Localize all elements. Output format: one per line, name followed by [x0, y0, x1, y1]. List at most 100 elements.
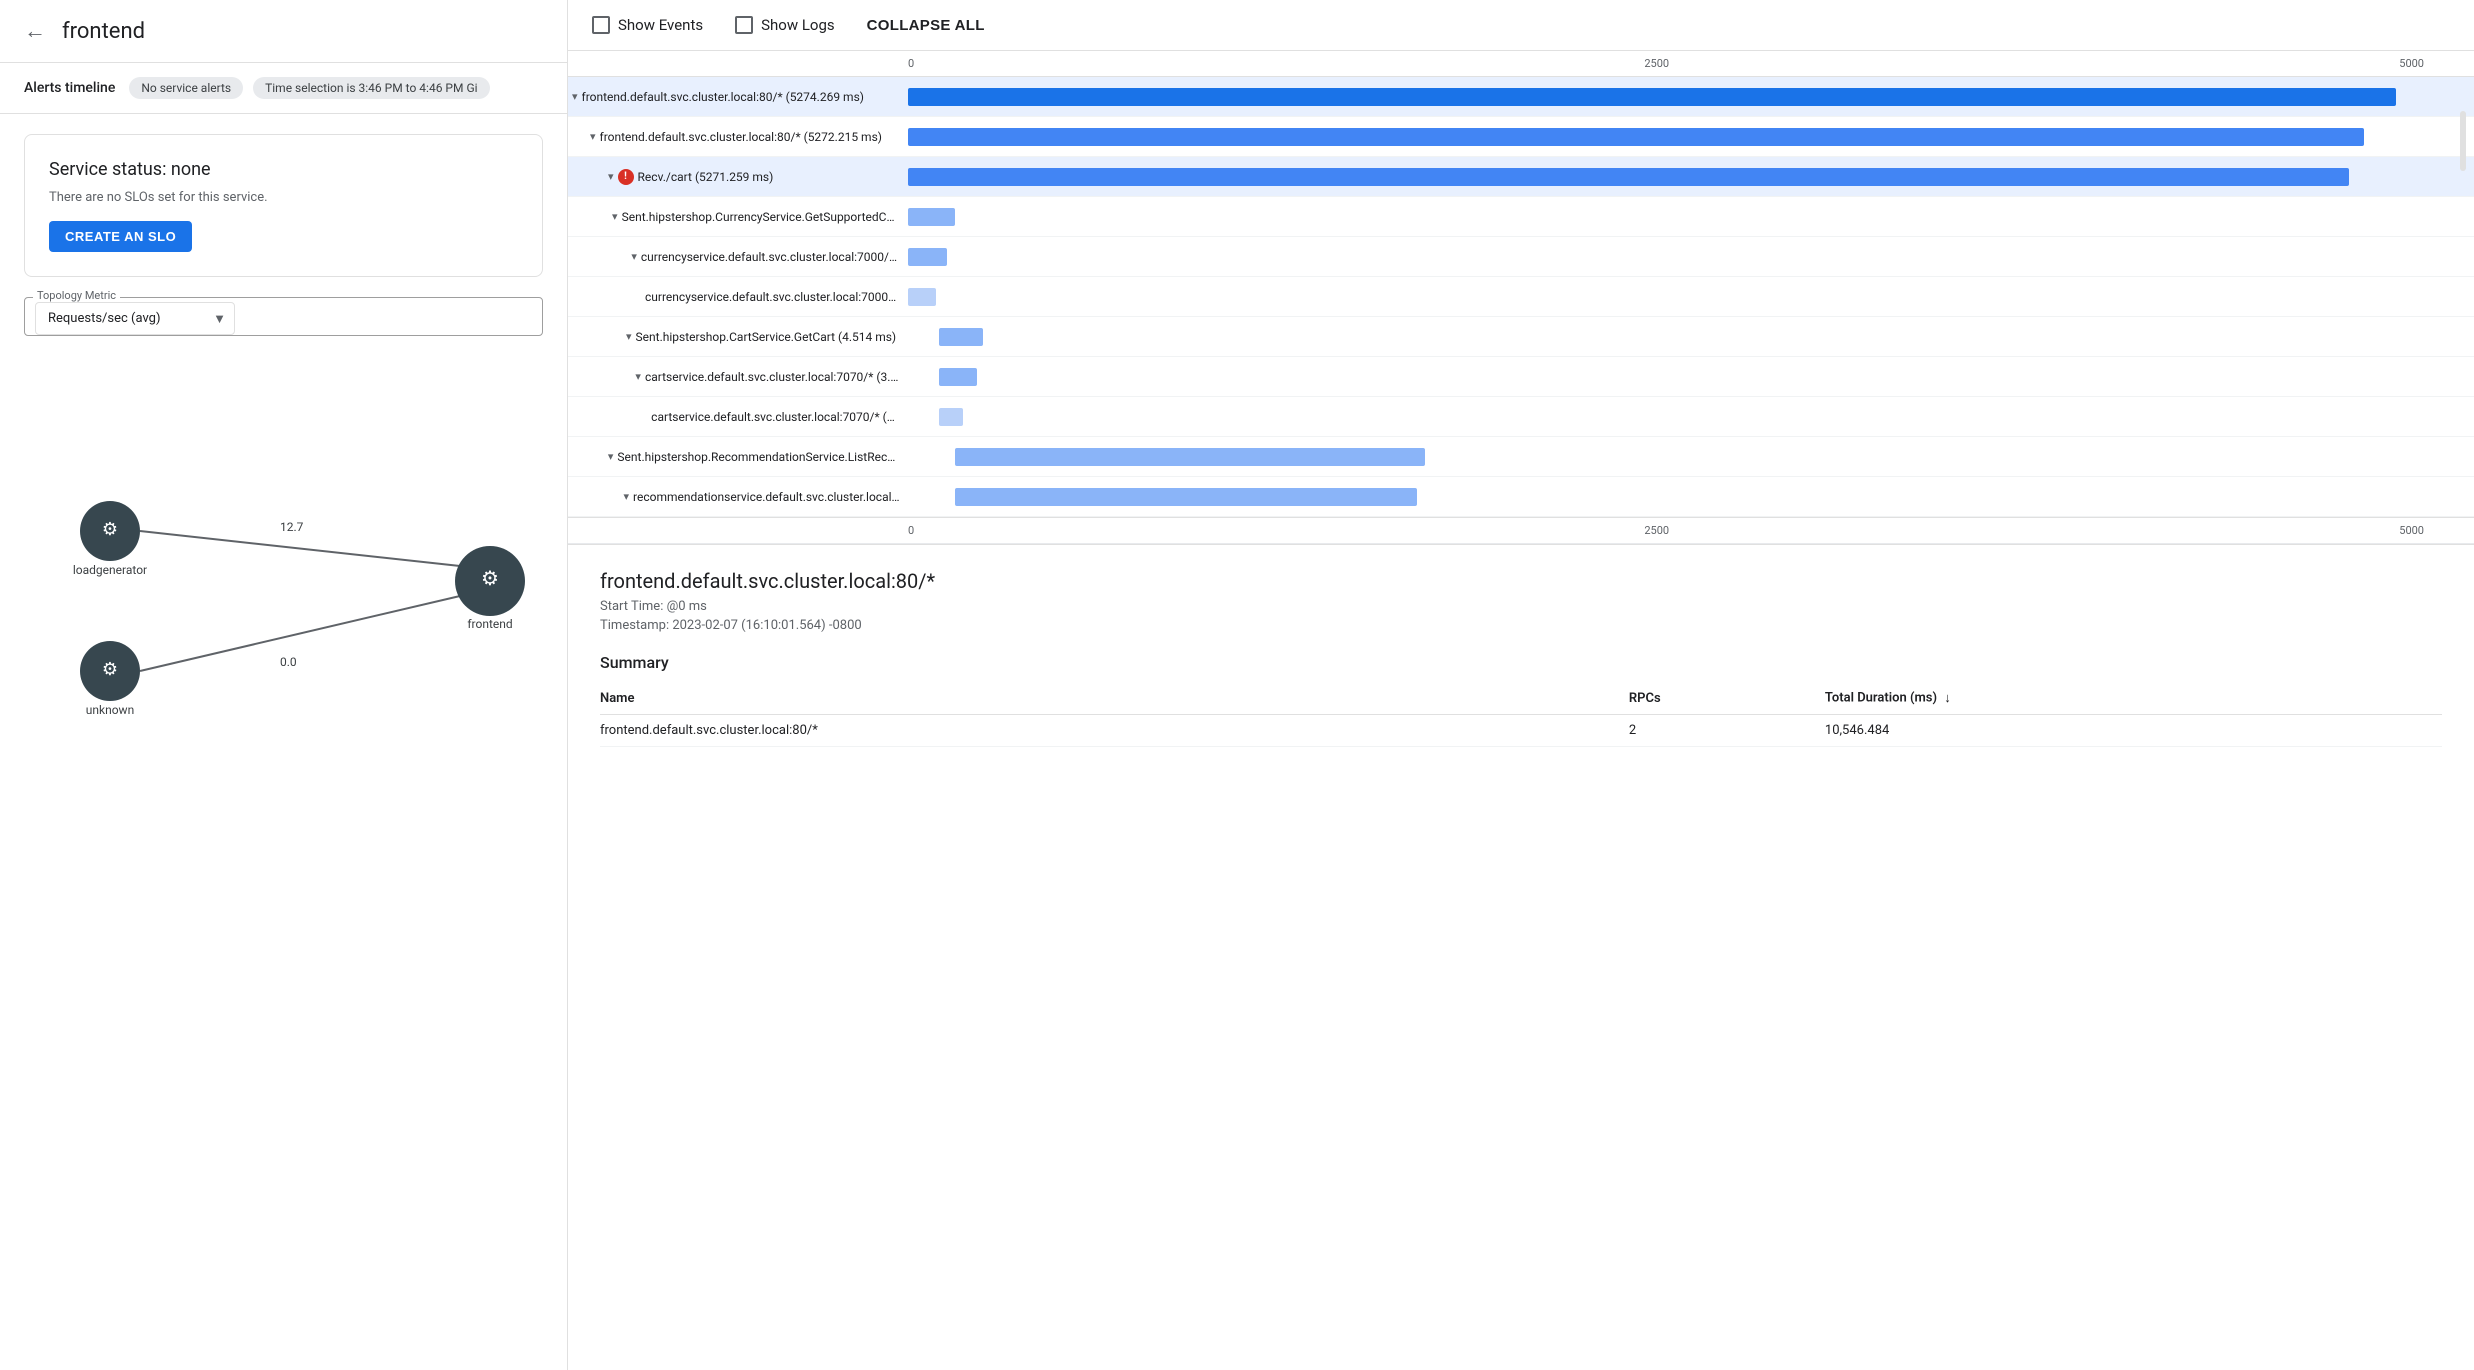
right-panel: Show Events Show Logs COLLAPSE ALL 0 250… [568, 0, 2474, 1370]
summary-section-title: Summary [600, 653, 2442, 672]
chevron-icon[interactable]: ▾ [631, 250, 637, 263]
topology-select-value: Requests/sec (avg) [48, 311, 161, 326]
trace-row-text: Sent.hipstershop.RecommendationService.L… [617, 450, 900, 464]
no-service-alerts-chip: No service alerts [129, 77, 243, 99]
trace-row[interactable]: ▾recommendationservice.default.svc.clust… [568, 477, 2474, 517]
axis-label-bottom-2500: 2500 [914, 524, 2399, 537]
table-cell-duration: 10,546.484 [1825, 715, 2442, 747]
summary-table: Name RPCs Total Duration (ms) ↓ frontend… [600, 682, 2442, 747]
trace-bar-area [908, 86, 2474, 108]
trace-row-text: Sent.hipstershop.CurrencyService.GetSupp… [622, 210, 900, 224]
trace-bar [908, 168, 2349, 186]
trace-row-text: currencyservice.default.svc.cluster.loca… [645, 290, 900, 304]
svg-text:loadgenerator: loadgenerator [73, 563, 147, 577]
service-status-title: Service status: none [49, 159, 518, 180]
trace-bar [908, 128, 2364, 146]
trace-row[interactable]: ▾ frontend.default.svc.cluster.local:80/*… [568, 77, 2474, 117]
alerts-timeline-label: Alerts timeline [24, 80, 115, 96]
trace-bar [939, 408, 962, 426]
topology-svg: 12.7 0.0 ⚙ loadgenerator ⚙ unknown ⚙ fro… [0, 356, 567, 776]
trace-row[interactable]: ▾ cartservice.default.svc.cluster.local:7… [568, 357, 2474, 397]
trace-bar-area [908, 126, 2474, 148]
trace-bar-area [908, 366, 2474, 388]
col-duration: Total Duration (ms) ↓ [1825, 682, 2442, 715]
trace-row[interactable]: ▾ currencyservice.default.svc.cluster.loc… [568, 237, 2474, 277]
trace-row-label: ▾ Sent.hipstershop.CurrencyService.GetSup… [568, 204, 908, 230]
trace-row[interactable]: currencyservice.default.svc.cluster.loca… [568, 277, 2474, 317]
trace-row-text: currencyservice.default.svc.cluster.loca… [641, 250, 900, 264]
trace-row-text: Recv./cart (5271.259 ms) [638, 170, 774, 184]
trace-bar [908, 208, 955, 226]
trace-axis-top: 0 2500 5000 [568, 51, 2474, 77]
col-rpcs: RPCs [1629, 682, 1825, 715]
chevron-icon[interactable]: ▾ [612, 210, 618, 223]
chevron-icon[interactable]: ▾ [626, 330, 632, 343]
trace-rows-container: ▾ frontend.default.svc.cluster.local:80/*… [568, 77, 2474, 517]
table-cell-name: frontend.default.svc.cluster.local:80/* [600, 715, 1629, 747]
topology-section: Topology Metric Requests/sec (avg) ▼ [24, 297, 543, 336]
trace-row-text: Sent.hipstershop.CartService.GetCart (4.… [636, 330, 897, 344]
trace-toolbar: Show Events Show Logs COLLAPSE ALL [568, 0, 2474, 51]
trace-bar [908, 288, 936, 306]
trace-row[interactable]: ▾! Recv./cart (5271.259 ms) [568, 157, 2474, 197]
chevron-icon[interactable]: ▾ [590, 130, 596, 143]
trace-bar-area [908, 166, 2474, 188]
chevron-icon[interactable]: ▾ [572, 90, 578, 103]
trace-bar [955, 488, 1417, 506]
detail-start-time: Start Time: @0 ms [600, 599, 2442, 614]
table-cell-rpcs: 2 [1629, 715, 1825, 747]
sort-icon[interactable]: ↓ [1944, 690, 1951, 706]
scrollbar-track[interactable] [2460, 111, 2466, 171]
collapse-all-button[interactable]: COLLAPSE ALL [867, 17, 985, 34]
trace-bar [908, 248, 947, 266]
show-events-checkbox[interactable] [592, 16, 610, 34]
trace-bar-area [908, 446, 2474, 468]
trace-row[interactable]: ▾ frontend.default.svc.cluster.local:80/*… [568, 117, 2474, 157]
trace-row-text: cartservice.default.svc.cluster.local:70… [645, 370, 900, 384]
axis-label-bottom-5000: 5000 [2399, 524, 2424, 537]
service-status-box: Service status: none There are no SLOs s… [24, 134, 543, 277]
trace-row-text: frontend.default.svc.cluster.local:80/* … [600, 130, 882, 144]
col-name: Name [600, 682, 1629, 715]
create-slo-button[interactable]: CREATE AN SLO [49, 221, 192, 252]
trace-bar-area [908, 486, 2474, 508]
alerts-timeline: Alerts timeline No service alerts Time s… [0, 63, 567, 114]
svg-text:unknown: unknown [86, 703, 134, 717]
trace-bar-area [908, 246, 2474, 268]
back-button[interactable]: ← [24, 18, 46, 44]
svg-text:frontend: frontend [467, 617, 512, 631]
chevron-icon[interactable]: ▾ [608, 450, 614, 463]
trace-row-label: cartservice.default.svc.cluster.local:70… [568, 404, 908, 430]
show-events-checkbox-label[interactable]: Show Events [592, 16, 703, 34]
trace-bar-area [908, 286, 2474, 308]
trace-row-text: frontend.default.svc.cluster.local:80/* … [582, 90, 864, 104]
trace-bar [939, 368, 977, 386]
left-panel: ← frontend Alerts timeline No service al… [0, 0, 568, 1370]
edge-label-unknown: 0.0 [280, 655, 297, 669]
header: ← frontend [0, 0, 567, 63]
trace-row[interactable]: cartservice.default.svc.cluster.local:70… [568, 397, 2474, 437]
chevron-icon[interactable]: ▾ [635, 370, 641, 383]
chevron-icon[interactable]: ▾ [624, 490, 630, 503]
show-logs-checkbox-label[interactable]: Show Logs [735, 16, 835, 34]
trace-row-label: ▾recommendationservice.default.svc.clust… [568, 484, 908, 510]
chevron-icon[interactable]: ▾ [608, 170, 614, 183]
trace-row[interactable]: ▾ Sent.hipstershop.CurrencyService.GetSup… [568, 197, 2474, 237]
trace-row-label: ▾ frontend.default.svc.cluster.local:80/*… [568, 84, 908, 110]
trace-row[interactable]: ▾ Sent.hipstershop.CartService.GetCart (4… [568, 317, 2474, 357]
show-logs-checkbox[interactable] [735, 16, 753, 34]
time-selection-chip: Time selection is 3:46 PM to 4:46 PM Gi [253, 77, 489, 99]
topology-metric-select[interactable]: Requests/sec (avg) ▼ [35, 302, 235, 335]
trace-bar [939, 328, 983, 346]
trace-row[interactable]: ▾Sent.hipstershop.RecommendationService.… [568, 437, 2474, 477]
detail-timestamp: Timestamp: 2023-02-07 (16:10:01.564) -08… [600, 618, 2442, 633]
topology-graph: 12.7 0.0 ⚙ loadgenerator ⚙ unknown ⚙ fro… [0, 356, 567, 776]
edge-label-loadgenerator: 12.7 [280, 520, 304, 534]
trace-row-text: recommendationservice.default.svc.cluste… [633, 490, 900, 504]
error-dot: ! [618, 169, 634, 185]
chevron-down-icon: ▼ [213, 311, 226, 327]
topology-metric-box: Topology Metric Requests/sec (avg) ▼ [24, 297, 543, 336]
svg-text:⚙: ⚙ [102, 519, 118, 540]
trace-axis-bottom: 0 2500 5000 [568, 517, 2474, 544]
trace-row-label: ▾Sent.hipstershop.RecommendationService.… [568, 444, 908, 470]
